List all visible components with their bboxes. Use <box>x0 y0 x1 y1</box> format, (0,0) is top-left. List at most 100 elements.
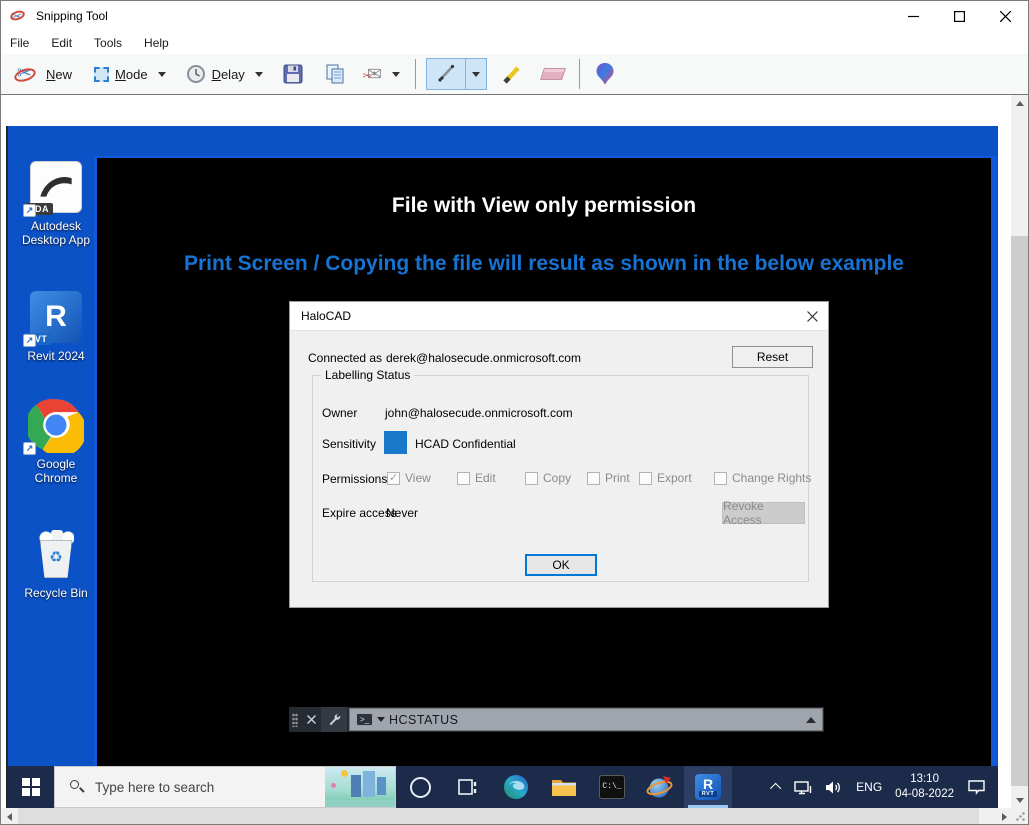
language-indicator[interactable]: ENG <box>856 780 882 794</box>
desktop-icon-revit[interactable]: R RVT ↗ Revit 2024 <box>14 289 98 363</box>
maximize-button[interactable] <box>936 1 982 31</box>
highlighter-button[interactable] <box>493 63 529 85</box>
desktop-icon-autodesk[interactable]: ADA ↗ Autodesk Desktop App <box>14 159 98 248</box>
scroll-down-arrow[interactable] <box>1011 792 1028 809</box>
terminal-icon: >_ <box>356 713 373 726</box>
expand-up-arrow[interactable] <box>806 717 816 723</box>
show-hidden-icons-chevron[interactable] <box>770 783 781 794</box>
ok-button[interactable]: OK <box>525 554 597 576</box>
horizontal-scroll-thumb[interactable] <box>18 808 979 824</box>
sensitivity-swatch <box>384 431 407 454</box>
pen-dropdown-arrow[interactable] <box>465 59 486 89</box>
file-explorer-button[interactable] <box>540 766 588 808</box>
weather-widget-icon[interactable] <box>325 767 395 807</box>
pen-button-selected[interactable] <box>426 58 487 90</box>
minimize-icon <box>908 11 919 22</box>
halocad-dialog: HaloCAD Connected as derek@halosecude.on… <box>289 301 829 608</box>
email-icon: ✉✂ <box>367 65 382 83</box>
mode-selection-icon <box>94 67 109 82</box>
view-checkbox[interactable] <box>387 472 400 485</box>
dialog-close-button[interactable] <box>796 302 828 330</box>
search-icon <box>69 779 85 795</box>
heading-print-screen: Print Screen / Copying the file will res… <box>97 252 991 276</box>
network-icon[interactable] <box>794 780 812 795</box>
save-icon <box>283 64 303 84</box>
drag-grip-icon[interactable] <box>289 707 301 732</box>
task-view-button[interactable] <box>444 766 492 808</box>
horizontal-scrollbar[interactable] <box>1 808 1013 824</box>
command-input[interactable]: >_ HCSTATUS <box>349 708 823 731</box>
file-explorer-icon <box>551 776 577 798</box>
save-button[interactable] <box>276 64 310 84</box>
highlighter-icon <box>500 63 522 85</box>
command-prompt-button[interactable]: C:\_ <box>588 766 636 808</box>
copy-button[interactable] <box>318 64 352 84</box>
toolbar-separator <box>415 59 416 89</box>
snipping-tool-window: ✂ Snipping Tool File Edit Tools Help ✂ N… <box>0 0 1029 825</box>
captured-screenshot: ADA ↗ Autodesk Desktop App R RVT ↗ Revit… <box>6 126 998 808</box>
permission-view: View <box>387 471 431 485</box>
mode-button[interactable]: Mode <box>87 63 173 86</box>
start-button[interactable] <box>8 766 54 808</box>
mode-dropdown-arrow[interactable] <box>158 72 166 77</box>
command-bar-close-button[interactable] <box>301 707 321 732</box>
snipping-tool-icon: ✂ <box>10 7 28 25</box>
resize-grip[interactable] <box>1011 808 1028 824</box>
menu-edit[interactable]: Edit <box>51 36 72 50</box>
close-button[interactable] <box>982 1 1028 31</box>
permission-edit: Edit <box>457 471 496 485</box>
delay-dropdown-arrow[interactable] <box>255 72 263 77</box>
minimize-button[interactable] <box>890 1 936 31</box>
print-checkbox[interactable] <box>587 472 600 485</box>
dialog-title: HaloCAD <box>301 309 351 323</box>
edge-button[interactable] <box>492 766 540 808</box>
maximize-icon <box>954 11 965 22</box>
desktop-icon-label: Autodesk Desktop App <box>14 219 98 248</box>
revit-taskbar-button[interactable]: R RVT <box>684 766 732 808</box>
reset-button[interactable]: Reset <box>732 346 813 368</box>
globe-app-button[interactable] <box>636 766 684 808</box>
cortana-button[interactable] <box>396 766 444 808</box>
customize-wrench-button[interactable] <box>321 707 347 732</box>
command-text: HCSTATUS <box>389 713 459 727</box>
connected-as-value: derek@halosecude.onmicrosoft.com <box>386 351 581 365</box>
scroll-left-arrow[interactable] <box>1 808 18 825</box>
clock-icon <box>186 64 206 84</box>
copy-checkbox[interactable] <box>525 472 538 485</box>
revoke-access-button: Revoke Access <box>722 502 805 524</box>
edit-checkbox[interactable] <box>457 472 470 485</box>
eraser-button[interactable] <box>535 68 571 80</box>
desktop-icon-recycle-bin[interactable]: ♻ Recycle Bin <box>14 526 98 600</box>
volume-icon[interactable] <box>825 780 843 795</box>
toolbar: ✂ New Mode Delay <box>1 54 1028 95</box>
action-center-icon[interactable] <box>967 779 986 795</box>
clock[interactable]: 13:10 04-08-2022 <box>895 772 954 802</box>
command-dropdown-arrow[interactable] <box>377 717 385 722</box>
vertical-scrollbar[interactable] <box>1011 95 1028 809</box>
expire-access-value: Never <box>386 506 418 520</box>
permission-copy: Copy <box>525 471 571 485</box>
paint3d-button[interactable] <box>588 62 622 86</box>
close-icon <box>307 715 316 724</box>
menu-tools[interactable]: Tools <box>94 36 122 50</box>
dialog-titlebar: HaloCAD <box>290 302 828 331</box>
wrench-icon <box>328 713 341 726</box>
application-window: File with View only permission Print Scr… <box>94 156 997 766</box>
menu-file[interactable]: File <box>10 36 29 50</box>
taskbar-search[interactable]: Type here to search <box>54 766 396 808</box>
change-rights-checkbox[interactable] <box>714 472 727 485</box>
vertical-scroll-thumb[interactable] <box>1011 236 1028 786</box>
menu-help[interactable]: Help <box>144 36 169 50</box>
delay-button[interactable]: Delay <box>179 60 270 88</box>
close-icon <box>807 311 818 322</box>
new-button[interactable]: ✂ New <box>7 59 79 89</box>
close-icon <box>1000 11 1011 22</box>
desktop-icon-chrome[interactable]: ↗ Google Chrome <box>14 397 98 486</box>
cortana-icon <box>410 777 431 798</box>
shortcut-arrow-icon: ↗ <box>23 442 36 455</box>
export-checkbox[interactable] <box>639 472 652 485</box>
tray-date: 04-08-2022 <box>895 787 954 802</box>
email-button[interactable]: ✉✂ <box>360 61 407 87</box>
scroll-up-arrow[interactable] <box>1011 95 1028 112</box>
email-dropdown-arrow[interactable] <box>392 72 400 77</box>
